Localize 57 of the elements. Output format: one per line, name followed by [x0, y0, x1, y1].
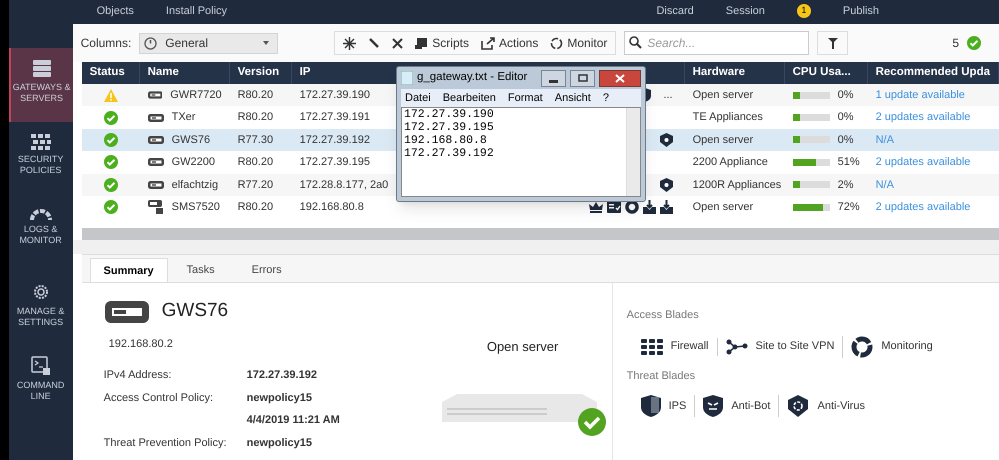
table-cell-text: SMS7520 — [172, 200, 220, 215]
cpu-value: 51% — [838, 155, 860, 170]
field-value: newpolicy15 — [246, 390, 312, 406]
blade-label: IPS — [668, 399, 686, 414]
cpu-value: 0% — [838, 132, 854, 148]
text-line: 172.27.39.190 — [404, 108, 495, 121]
blade-label: Anti-Bot — [731, 399, 770, 414]
table-cell: Open server — [692, 200, 754, 213]
cpu-value: 72% — [838, 200, 860, 215]
table-cell-text: 172.27.39.190 — [300, 88, 370, 103]
field-label: Access Control Policy: — [104, 392, 214, 404]
section-title: Threat Blades — [626, 368, 696, 384]
session-count-badge: 1 — [796, 4, 811, 18]
table-cell: R80.20 — [238, 88, 274, 101]
field-value: 172.27.39.192 — [246, 368, 317, 384]
field-value: 4/4/2019 11:21 AM — [246, 413, 340, 428]
table-cell: R80.20 — [238, 200, 274, 213]
table-cell-text: GW2200 — [172, 155, 216, 170]
cpu-value: 0% — [838, 88, 854, 103]
blade-label: Firewall — [670, 340, 709, 354]
blade-label: Monitoring — [881, 340, 933, 354]
table-cell-text: 172.27.39.192 — [300, 132, 370, 148]
table-cell-text: TXer — [172, 110, 196, 126]
hardware-label: Open server — [486, 338, 558, 356]
table-cell: 1200R Appliances — [692, 178, 782, 190]
table-cell: R80.20 — [238, 111, 274, 124]
blade-label: Anti-Virus — [817, 399, 865, 414]
table-cell-text: GWR7720 — [170, 88, 222, 103]
columns-label: Columns: — [80, 35, 132, 52]
field-label: Threat Prevention Policy: — [104, 436, 226, 449]
window-title: g_gateway.txt - Editor — [417, 70, 528, 86]
more-blades: ... — [663, 88, 673, 103]
table-cell-text: 172.28.8.177, 2a0 — [300, 178, 388, 192]
text-line: 172.27.39.192 — [404, 147, 495, 160]
table-cell-text: 192.168.80.8 — [300, 200, 364, 215]
table-cell: 2200 Appliance — [692, 156, 768, 168]
table-cell: Open server — [692, 134, 754, 146]
gateway-count: 5 — [952, 35, 959, 52]
gateway-name: GWS76 — [162, 299, 228, 324]
gateway-ip: 192.168.80.2 — [108, 336, 174, 352]
field-value: newpolicy15 — [246, 436, 312, 451]
cpu-value: 0% — [838, 110, 854, 126]
text-line: 192.168.80.8 — [404, 134, 488, 147]
cpu-value: 2% — [838, 178, 854, 192]
table-cell-text: elfachtzig — [172, 178, 218, 192]
table-cell-text: 172.27.39.191 — [300, 110, 370, 126]
table-cell: R77.20 — [238, 178, 274, 190]
table-cell-text: 172.27.39.195 — [300, 155, 370, 170]
table-cell: R80.20 — [238, 156, 274, 168]
blade-label: Site to Site VPN — [756, 340, 834, 354]
section-title: Access Blades — [626, 308, 700, 324]
table-cell: TE Appliances — [692, 111, 763, 124]
table-cell: Open server — [692, 88, 754, 101]
table-cell-text: GWS76 — [172, 132, 210, 148]
field-label: IPv4 Address: — [104, 369, 172, 382]
text-line: 172.27.39.195 — [404, 121, 495, 134]
table-cell: R77.30 — [238, 134, 274, 146]
